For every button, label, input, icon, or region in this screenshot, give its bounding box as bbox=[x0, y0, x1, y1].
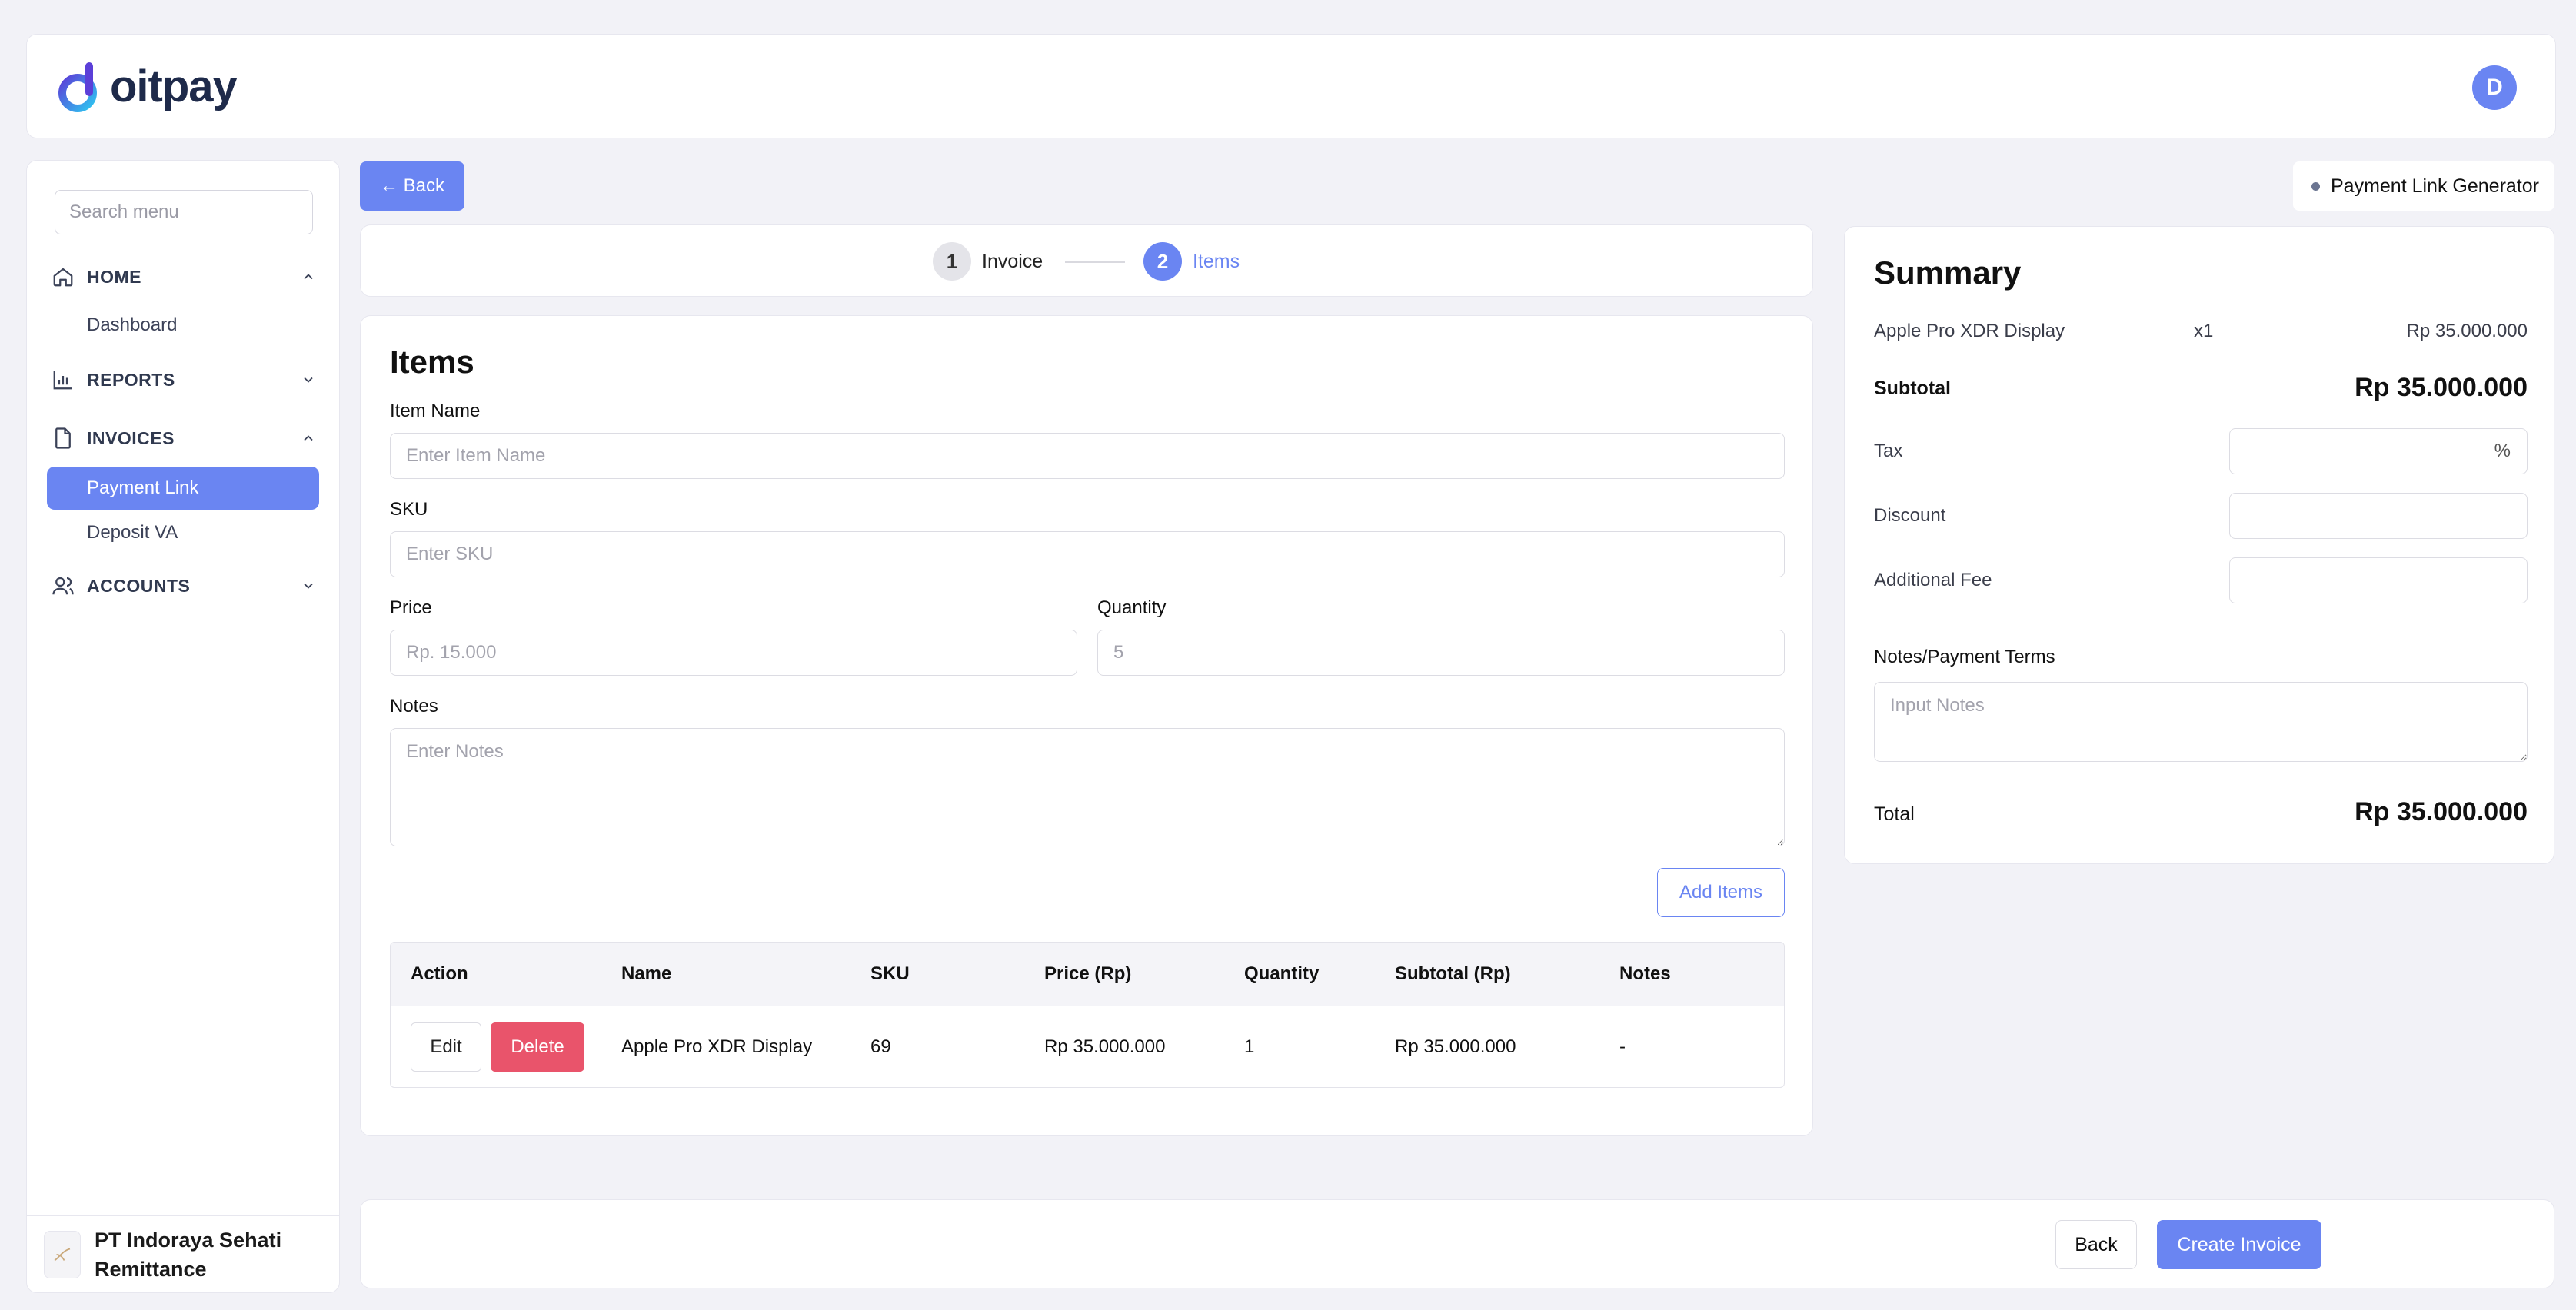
sidebar-section-home[interactable]: HOME bbox=[50, 258, 319, 296]
logo-mark-icon bbox=[58, 62, 97, 112]
th-name: Name bbox=[621, 963, 672, 984]
page-badge: Payment Link Generator bbox=[2293, 161, 2554, 211]
summary-item-qty: x1 bbox=[2194, 321, 2214, 341]
th-action: Action bbox=[411, 963, 468, 984]
document-icon bbox=[50, 425, 76, 451]
step-number: 2 bbox=[1143, 242, 1182, 281]
chevron-up-icon bbox=[298, 427, 319, 449]
dot-icon bbox=[2311, 181, 2320, 191]
summary-tax-row: Tax % bbox=[1874, 428, 2528, 476]
summary-fee-row: Additional Fee bbox=[1874, 557, 2528, 605]
company-name: PT Indoraya Sehati Remittance bbox=[95, 1228, 282, 1281]
quantity-label: Quantity bbox=[1097, 597, 1167, 618]
price-input[interactable] bbox=[390, 630, 1077, 676]
chevron-up-icon bbox=[298, 266, 319, 288]
sidebar-section-invoices[interactable]: INVOICES bbox=[50, 419, 319, 457]
sidebar-company[interactable]: PT Indoraya Sehati Remittance bbox=[27, 1215, 339, 1292]
bottom-action-bar: Back Create Invoice bbox=[360, 1199, 2554, 1288]
additional-fee-input[interactable] bbox=[2229, 557, 2528, 603]
price-label: Price bbox=[390, 597, 432, 618]
tax-label: Tax bbox=[1874, 441, 1903, 461]
sidebar-section-label: ACCOUNTS bbox=[87, 575, 191, 596]
th-notes: Notes bbox=[1619, 963, 1671, 984]
total-label: Total bbox=[1874, 803, 1915, 825]
items-table: Action Name SKU Price (Rp) Quantity Subt… bbox=[390, 942, 1785, 1088]
bar-chart-icon bbox=[50, 367, 76, 393]
summary-title: Summary bbox=[1874, 254, 2022, 291]
summary-total-row: Total Rp 35.000.000 bbox=[1874, 797, 2528, 836]
create-invoice-button[interactable]: Create Invoice bbox=[2157, 1220, 2321, 1269]
summary-card: Summary Apple Pro XDR Display x1 Rp 35.0… bbox=[1844, 226, 2554, 864]
cell-subtotal: Rp 35.000.000 bbox=[1395, 1036, 1516, 1057]
table-row: Edit Delete Apple Pro XDR Display 69 Rp … bbox=[391, 1006, 1784, 1087]
users-icon bbox=[50, 573, 76, 599]
items-title: Items bbox=[390, 344, 474, 380]
sidebar-section-accounts[interactable]: ACCOUNTS bbox=[50, 567, 319, 605]
item-name-label: Item Name bbox=[390, 401, 481, 421]
company-logo-icon bbox=[44, 1230, 81, 1278]
percent-suffix: % bbox=[2494, 441, 2511, 461]
chevron-down-icon bbox=[298, 369, 319, 391]
th-sku: SKU bbox=[870, 963, 910, 984]
notes-payment-textarea[interactable] bbox=[1874, 682, 2528, 762]
subtotal-value: Rp 35.000.000 bbox=[2355, 373, 2528, 402]
chevron-down-icon bbox=[298, 575, 319, 597]
add-items-button[interactable]: Add Items bbox=[1657, 868, 1785, 917]
total-value: Rp 35.000.000 bbox=[2355, 797, 2528, 826]
step-label: Items bbox=[1193, 250, 1240, 272]
step-label: Invoice bbox=[982, 250, 1043, 272]
brand-logo[interactable]: oitpay bbox=[56, 58, 248, 119]
tax-input[interactable] bbox=[2229, 428, 2528, 474]
cell-sku: 69 bbox=[870, 1036, 891, 1057]
th-quantity: Quantity bbox=[1244, 963, 1320, 984]
page-badge-label: Payment Link Generator bbox=[2331, 175, 2539, 197]
notes-label: Notes bbox=[390, 696, 438, 717]
sidebar-section-reports[interactable]: REPORTS bbox=[50, 361, 319, 399]
subtotal-label: Subtotal bbox=[1874, 377, 1951, 399]
stepper: 1 Invoice 2 Items bbox=[360, 224, 1813, 297]
sidebar-item-dashboard[interactable]: Dashboard bbox=[47, 304, 319, 347]
step-number: 1 bbox=[933, 242, 971, 281]
brand-name: oitpay bbox=[110, 62, 238, 111]
cell-price: Rp 35.000.000 bbox=[1044, 1036, 1166, 1057]
th-price: Price (Rp) bbox=[1044, 963, 1132, 984]
summary-item-name: Apple Pro XDR Display bbox=[1874, 321, 2065, 341]
sidebar-item-deposit-va[interactable]: Deposit VA bbox=[47, 511, 319, 554]
edit-button[interactable]: Edit bbox=[411, 1022, 481, 1072]
sidebar-section-label: INVOICES bbox=[87, 427, 175, 448]
item-name-input[interactable] bbox=[390, 433, 1785, 479]
cell-name: Apple Pro XDR Display bbox=[621, 1036, 813, 1057]
summary-line-item: Apple Pro XDR Display x1 Rp 35.000.000 bbox=[1874, 321, 2528, 351]
notes-payment-label: Notes/Payment Terms bbox=[1874, 647, 2055, 667]
sku-input[interactable] bbox=[390, 531, 1785, 577]
items-form-card: Items Item Name SKU Price Quantity Notes… bbox=[360, 315, 1813, 1136]
discount-label: Discount bbox=[1874, 505, 1946, 526]
back-button-bottom[interactable]: Back bbox=[2055, 1220, 2137, 1269]
discount-input[interactable] bbox=[2229, 493, 2528, 539]
additional-fee-label: Additional Fee bbox=[1874, 570, 1992, 590]
cell-notes: - bbox=[1619, 1036, 1626, 1057]
sku-label: SKU bbox=[390, 499, 428, 520]
step-invoice[interactable]: 1 Invoice bbox=[933, 242, 1043, 281]
sidebar-item-payment-link[interactable]: Payment Link bbox=[47, 467, 319, 510]
step-connector bbox=[1065, 261, 1125, 263]
step-items[interactable]: 2 Items bbox=[1143, 242, 1240, 281]
delete-button[interactable]: Delete bbox=[491, 1022, 584, 1072]
th-subtotal: Subtotal (Rp) bbox=[1395, 963, 1511, 984]
notes-textarea[interactable] bbox=[390, 728, 1785, 846]
back-button[interactable]: ← Back bbox=[360, 161, 464, 211]
top-header: oitpay D bbox=[26, 34, 2556, 138]
user-avatar[interactable]: D bbox=[2472, 65, 2517, 110]
summary-item-amount: Rp 35.000.000 bbox=[2406, 321, 2528, 341]
sidebar-section-label: HOME bbox=[87, 266, 141, 287]
search-menu-input[interactable] bbox=[55, 190, 313, 234]
table-header: Action Name SKU Price (Rp) Quantity Subt… bbox=[391, 943, 1784, 1006]
summary-discount-row: Discount bbox=[1874, 493, 2528, 540]
sidebar: HOME Dashboard REPORTS INVOICES Payment … bbox=[26, 160, 340, 1293]
quantity-input[interactable] bbox=[1097, 630, 1785, 676]
sidebar-section-label: REPORTS bbox=[87, 369, 175, 390]
summary-subtotal-row: Subtotal Rp 35.000.000 bbox=[1874, 373, 2528, 411]
home-icon bbox=[50, 264, 76, 290]
cell-quantity: 1 bbox=[1244, 1036, 1255, 1057]
